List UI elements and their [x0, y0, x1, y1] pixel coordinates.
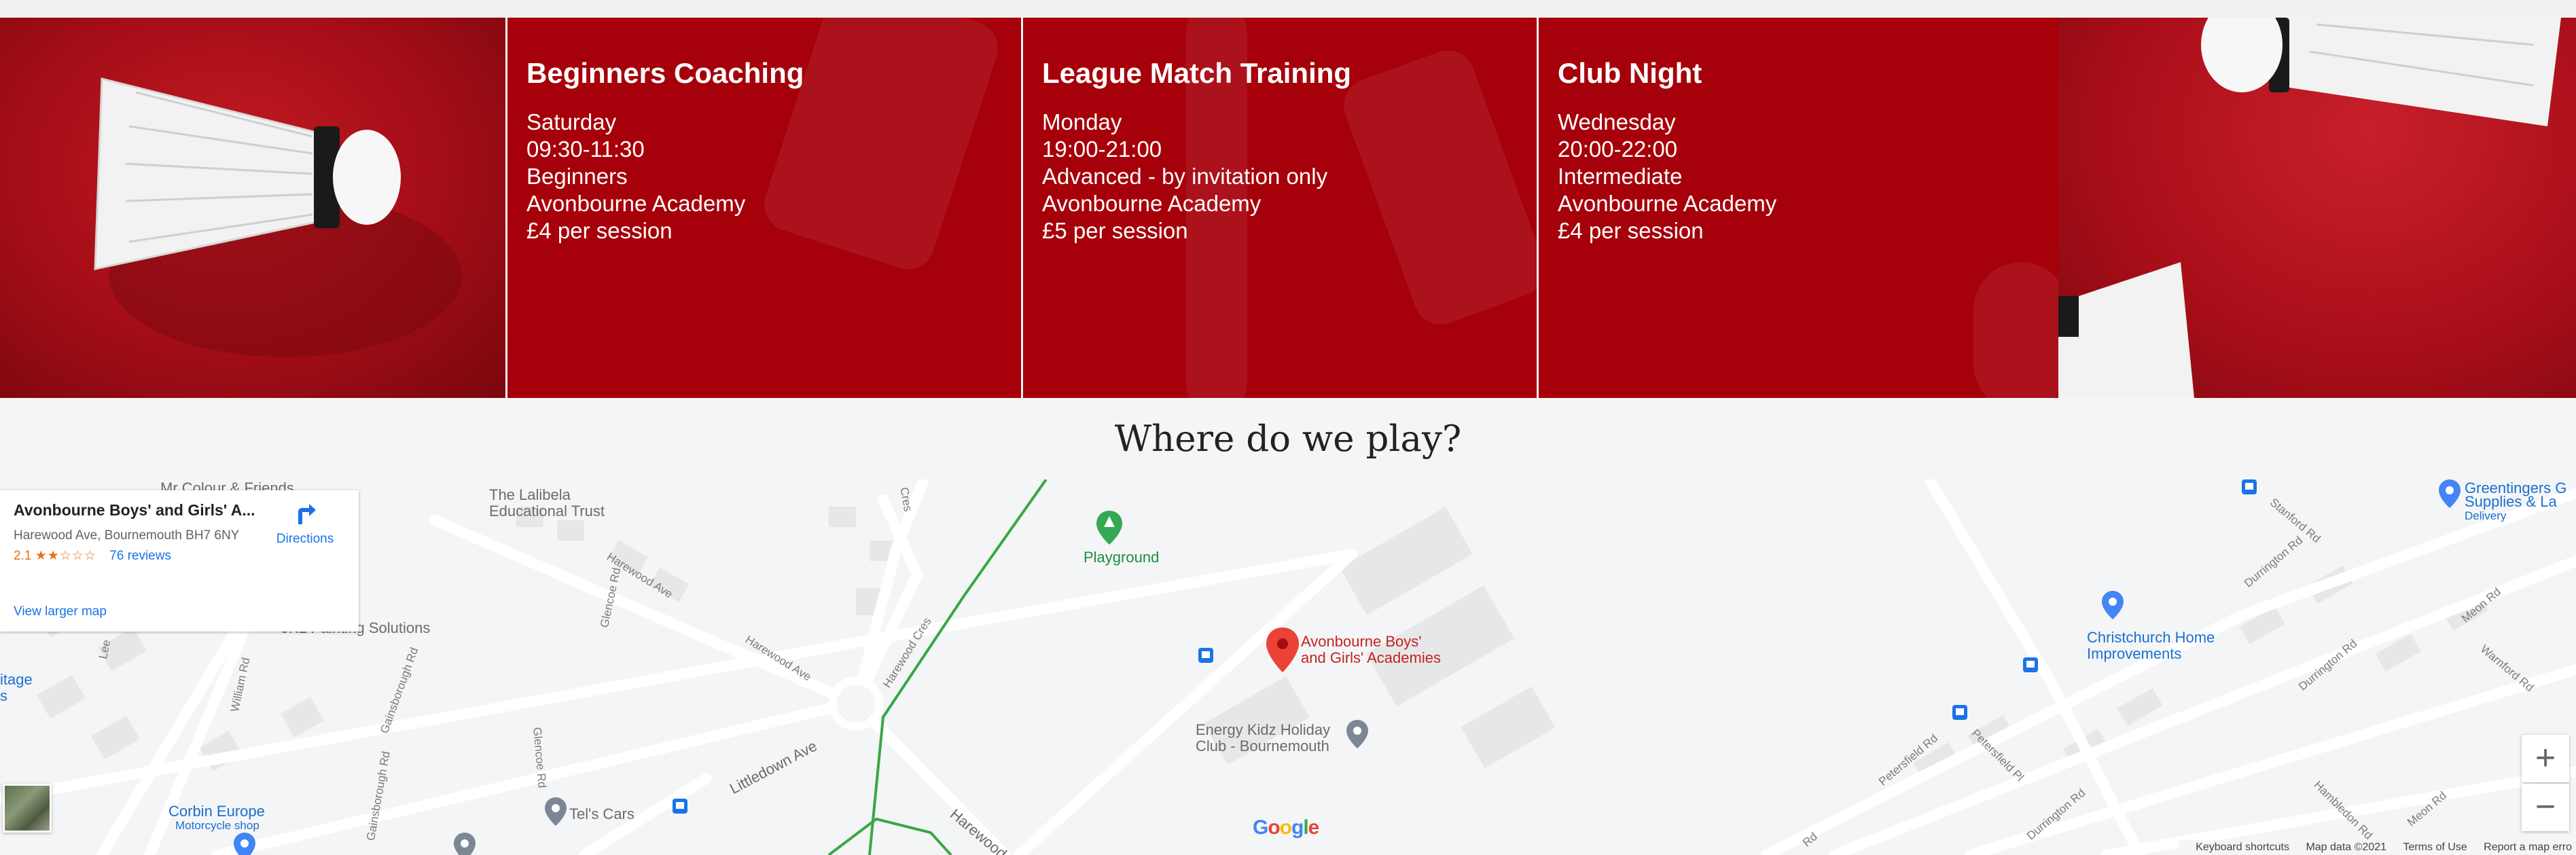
map-data-attribution: Map data ©2021 — [2306, 841, 2386, 853]
top-strip — [0, 0, 2576, 18]
map-label: Playground — [1084, 549, 1160, 566]
map-label: and Girls' Academies — [1301, 649, 1441, 666]
session-time: 19:00-21:00 — [1042, 137, 1162, 162]
map-label: Improvements — [2087, 645, 2182, 662]
place-pin-icon[interactable] — [454, 833, 476, 855]
session-day: Wednesday — [1558, 109, 1676, 134]
bus-stop-icon[interactable] — [673, 799, 687, 817]
bus-stop-icon[interactable] — [2023, 657, 2038, 676]
map-label: Avonbourne Boys' — [1301, 633, 1422, 650]
session-level: Advanced - by invitation only — [1042, 164, 1328, 189]
session-price: £4 per session — [1558, 218, 1704, 243]
embedded-map[interactable]: Mr Colour & Friends The Lalibela Educati… — [0, 479, 2576, 855]
rating-stars-icon: ★★☆☆☆ — [35, 549, 96, 563]
map-label: Corbin Europe — [168, 803, 265, 820]
map-label: The Lalibela — [489, 486, 571, 503]
place-pin-icon[interactable] — [1346, 720, 1368, 752]
report-error-link[interactable]: Report a map erro — [2484, 841, 2572, 853]
session-level: Beginners — [526, 164, 628, 189]
session-price: £5 per session — [1042, 218, 1188, 243]
directions-label: Directions — [276, 532, 334, 546]
directions-icon — [298, 504, 316, 524]
map-label: Educational Trust — [489, 503, 605, 520]
map-footer: Keyboard shortcuts Map data ©2021 Terms … — [2178, 840, 2576, 855]
session-time: 20:00-22:00 — [1558, 137, 1678, 162]
map-label: Energy Kidz Holiday — [1196, 721, 1331, 738]
session-time: 09:30-11:30 — [526, 137, 645, 162]
map-label: itage — [0, 671, 33, 688]
session-card: Beginners Coaching Saturday 09:30-11:30 … — [505, 18, 1021, 398]
session-card: Club Night Wednesday 20:00-22:00 Interme… — [1537, 18, 2058, 398]
view-larger-map-link[interactable]: View larger map — [14, 604, 107, 619]
google-logo: Google — [1253, 816, 1319, 839]
terms-link[interactable]: Terms of Use — [2403, 841, 2467, 853]
session-level: Intermediate — [1558, 164, 1683, 189]
satellite-toggle-thumbnail[interactable] — [3, 784, 52, 833]
session-title: Club Night — [1558, 57, 1702, 89]
session-day: Saturday — [526, 109, 617, 134]
session-title: League Match Training — [1042, 57, 1352, 89]
location-pin-icon[interactable] — [1266, 627, 1299, 676]
map-label: s — [0, 687, 7, 704]
bus-stop-icon[interactable] — [2242, 479, 2257, 498]
session-venue: Avonbourne Academy — [1558, 191, 1777, 216]
bus-stop-icon[interactable] — [1198, 648, 1213, 666]
session-venue: Avonbourne Academy — [526, 191, 746, 216]
map-label: Christchurch Home — [2087, 629, 2215, 646]
shuttlecock-photo-left — [0, 18, 505, 398]
map-label: Club - Bournemouth — [1196, 738, 1329, 754]
map-label: Motorcycle shop — [175, 819, 260, 832]
place-pin-icon[interactable] — [545, 797, 567, 829]
sessions-band: Beginners Coaching Saturday 09:30-11:30 … — [0, 18, 2576, 398]
zoom-out-button[interactable]: − — [2522, 784, 2569, 831]
map-label: Delivery — [2465, 509, 2507, 522]
session-price: £4 per session — [526, 218, 673, 243]
rating-value: 2.1 — [14, 549, 32, 563]
keyboard-shortcuts-link[interactable]: Keyboard shortcuts — [2196, 841, 2289, 853]
shop-pin-icon[interactable] — [2439, 479, 2461, 511]
map-label: Supplies & La — [2465, 493, 2557, 510]
shuttlecock-photo-right — [2058, 18, 2576, 398]
session-day: Monday — [1042, 109, 1122, 134]
session-title: Beginners Coaching — [526, 57, 804, 89]
session-venue: Avonbourne Academy — [1042, 191, 1262, 216]
playground-pin-icon[interactable] — [1096, 511, 1122, 548]
bus-stop-icon[interactable] — [1952, 705, 1967, 723]
section-heading: Where do we play? — [1114, 418, 1462, 460]
shop-pin-icon[interactable] — [2102, 591, 2124, 623]
directions-button[interactable]: Directions — [268, 500, 342, 547]
zoom-in-button[interactable]: + — [2522, 735, 2569, 782]
section-heading-bar: Where do we play? — [0, 398, 2576, 479]
session-card: League Match Training Monday 19:00-21:00… — [1021, 18, 1537, 398]
map-label: Tel's Cars — [569, 805, 634, 822]
place-info-card: Avonbourne Boys' and Girls' A... Harewoo… — [0, 490, 359, 632]
reviews-link[interactable]: 76 reviews — [109, 549, 171, 563]
place-address: Harewood Ave, Bournemouth BH7 6NY — [14, 528, 240, 543]
shop-pin-icon[interactable] — [234, 833, 255, 855]
